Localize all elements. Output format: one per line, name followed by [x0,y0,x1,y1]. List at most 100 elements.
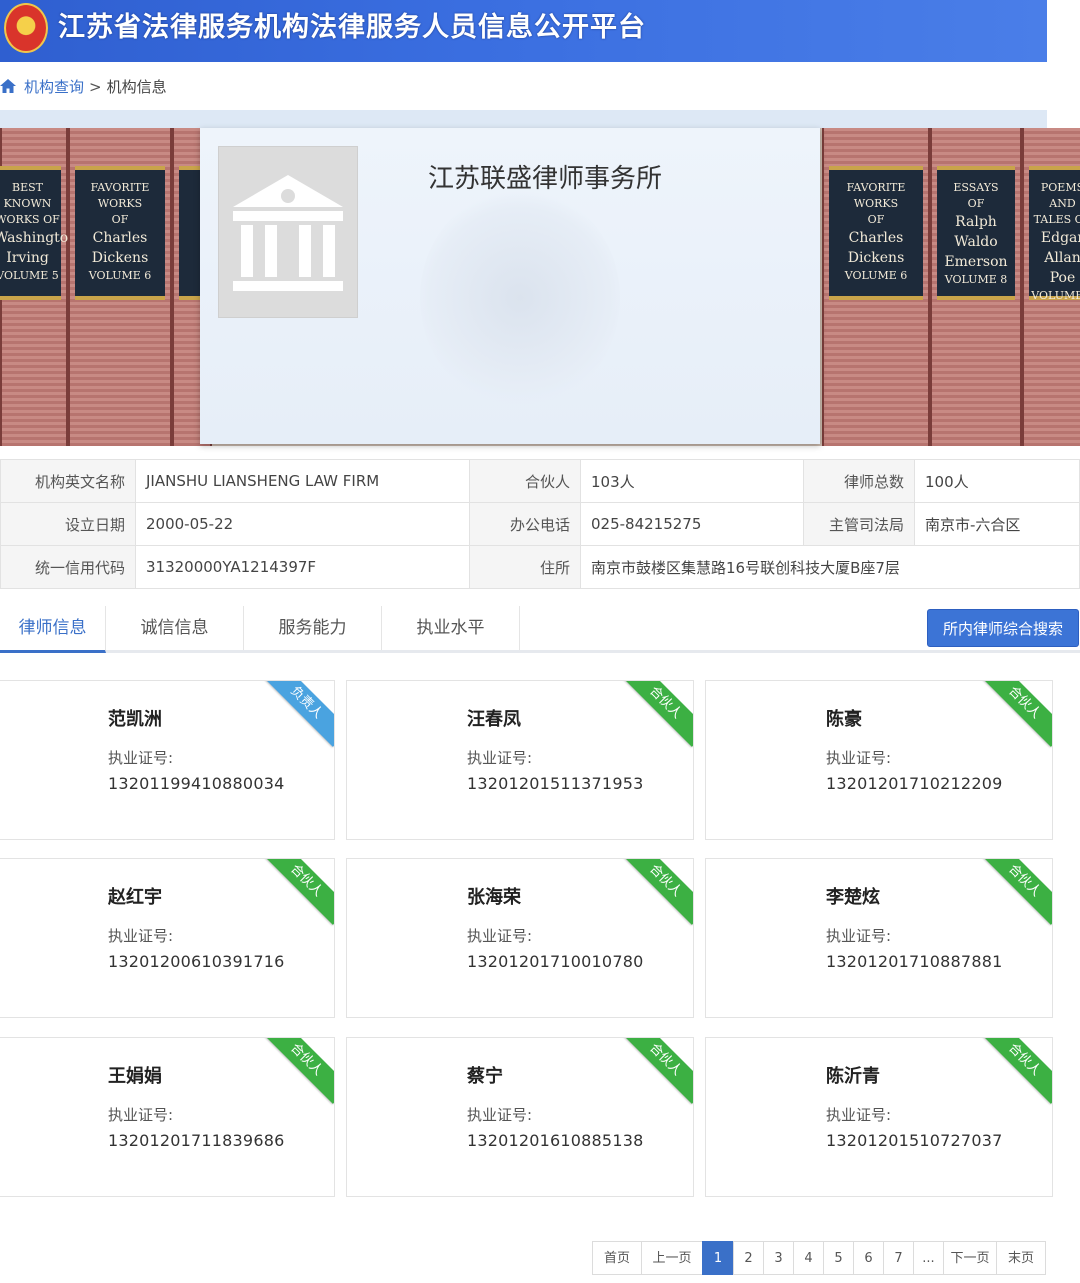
license-number: 13201201610885138 [467,1131,644,1150]
lawyer-card[interactable]: 赵红宇执业证号: 13201200610391716 合伙人 [0,858,335,1018]
firm-logo-placeholder [218,146,358,318]
info-label: 统一信用代码 [0,545,136,589]
role-ribbon: 合伙人 [262,1038,334,1104]
page-number-button[interactable]: 2 [733,1241,764,1275]
page-nav-button[interactable]: ... [913,1241,944,1275]
hero-top-strip [0,110,1047,128]
license-number: 13201201711839686 [108,1131,285,1150]
info-row: 设立日期 2000-05-22 办公电话 025-84215275 主管司法局 … [0,502,1080,546]
info-label: 合伙人 [469,459,581,503]
lawyer-card[interactable]: 陈沂青执业证号: 13201201510727037 合伙人 [705,1037,1053,1197]
tab-bar: 律师信息 诚信信息 服务能力 执业水平 [0,606,1080,653]
info-label: 设立日期 [0,502,136,546]
role-ribbon: 合伙人 [621,681,693,747]
license-label: 执业证号: [826,1106,892,1124]
license-number: 13201201510727037 [826,1131,1003,1150]
page-number-button[interactable]: 5 [823,1241,854,1275]
breadcrumb-current: 机构信息 [106,78,167,96]
national-emblem-icon [4,3,48,53]
page-number-button[interactable]: 3 [763,1241,794,1275]
license-label: 执业证号: [826,927,892,945]
license-number: 13201199410880034 [108,774,285,793]
firm-card: 江苏联盛律师事务所 [200,128,820,444]
page-number-button[interactable]: 4 [793,1241,824,1275]
tab-practice-level[interactable]: 执业水平 [382,606,520,650]
info-row: 机构英文名称 JIANSHU LIANSHENG LAW FIRM 合伙人 10… [0,459,1080,503]
info-value-address: 南京市鼓楼区集慧路16号联创科技大厦B座7层 [580,545,1080,589]
info-label: 主管司法局 [803,502,915,546]
role-ribbon: 合伙人 [980,681,1052,747]
info-value-credit-code: 31320000YA1214397F [135,545,470,589]
site-title: 江苏省法律服务机构法律服务人员信息公开平台 [58,12,646,43]
role-ribbon: 合伙人 [980,859,1052,925]
role-ribbon: 合伙人 [980,1038,1052,1104]
book-spine-right-3: POEMS ANDTALES OF EdgarAllanPoe VOLUME 2 [1022,128,1080,446]
license-number: 13201201710010780 [467,952,644,971]
info-value-phone: 025-84215275 [580,502,804,546]
license-label: 执业证号: [108,927,174,945]
role-ribbon: 合伙人 [262,859,334,925]
lawyer-card[interactable]: 汪春凤执业证号: 13201201511371953 合伙人 [346,680,694,840]
courthouse-icon [233,175,343,291]
tab-service-ability[interactable]: 服务能力 [244,606,382,650]
site-header-banner: 江苏省法律服务机构法律服务人员信息公开平台 [0,0,1047,62]
page-nav-button[interactable]: 首页 [592,1241,642,1275]
license-label: 执业证号: [467,927,533,945]
lawyer-name[interactable]: 范凯洲 [108,705,162,731]
book-spine-left-1: BEST KNOWN WORKS OF Washington Irving VOLUM… [0,128,77,446]
lawyer-card[interactable]: 张海荣执业证号: 13201201710010780 合伙人 [346,858,694,1018]
license-number: 13201201511371953 [467,774,644,793]
info-row: 统一信用代码 31320000YA1214397F 住所 南京市鼓楼区集慧路16… [0,545,1080,589]
license-label: 执业证号: [467,1106,533,1124]
page-nav-button[interactable]: 上一页 [641,1241,703,1275]
page-number-button[interactable]: 6 [853,1241,884,1275]
info-value-partners: 103人 [580,459,804,503]
tab-lawyer-info[interactable]: 律师信息 [0,606,106,653]
lawyer-card[interactable]: 蔡宁执业证号: 13201201610885138 合伙人 [346,1037,694,1197]
lawyer-card[interactable]: 范凯洲执业证号: 13201199410880034 负责人 [0,680,335,840]
court-emblem-watermark-icon [420,188,620,408]
info-value-lawyer-total: 100人 [914,459,1080,503]
page-number-button[interactable]: 1 [702,1241,734,1275]
lawyer-name[interactable]: 赵红宇 [108,883,162,909]
lawyer-name[interactable]: 张海荣 [467,883,521,909]
book-spine-right-2: ESSAYS OF Ralph Waldo Emerson VOLUME 8 [930,128,1022,446]
info-value-founded-date: 2000-05-22 [135,502,470,546]
breadcrumb-separator: > [89,78,102,96]
page-nav-button[interactable]: 末页 [996,1241,1046,1275]
home-icon[interactable] [0,79,16,93]
license-number: 13201200610391716 [108,952,285,971]
book-spine-right-1: FAVORITE WORKS OF Charles Dickens VOLUME 6 [822,128,930,446]
lawyer-name[interactable]: 陈沂青 [826,1062,880,1088]
license-label: 执业证号: [826,749,892,767]
lawyer-name[interactable]: 李楚炫 [826,883,880,909]
license-number: 13201201710887881 [826,952,1003,971]
firm-name: 江苏联盛律师事务所 [428,164,663,194]
lawyer-card[interactable]: 陈豪 执业证号: 13201201710212209 合伙人 [705,680,1053,840]
lawyer-name[interactable]: 汪春凤 [467,705,521,731]
info-label: 住所 [469,545,581,589]
info-label: 律师总数 [803,459,915,503]
lawyer-name[interactable]: 陈豪 [826,705,862,731]
role-ribbon: 合伙人 [621,859,693,925]
pagination: 首页 上一页 1 2 3 4 5 6 7... 下一页 末页 [592,1241,1046,1275]
role-ribbon: 合伙人 [621,1038,693,1104]
page-nav-button[interactable]: 下一页 [943,1241,997,1275]
lawyer-card[interactable]: 李楚炫执业证号: 13201201710887881 合伙人 [705,858,1053,1018]
license-label: 执业证号: [108,1106,174,1124]
book-spine-left-2: FAVORITE WORKS OF Charles Dickens VOLUME 6 [68,128,172,446]
info-label: 办公电话 [469,502,581,546]
lawyer-search-button[interactable]: 所内律师综合搜索 [927,609,1079,647]
breadcrumb-link-institution-query[interactable]: 机构查询 [24,78,84,96]
lawyer-card[interactable]: 王娟娟执业证号: 13201201711839686 合伙人 [0,1037,335,1197]
license-label: 执业证号: [467,749,533,767]
page-number-button[interactable]: 7 [883,1241,914,1275]
license-label: 执业证号: [108,749,174,767]
lawyer-name[interactable]: 王娟娟 [108,1062,162,1088]
firm-info-table: 机构英文名称 JIANSHU LIANSHENG LAW FIRM 合伙人 10… [0,459,1080,589]
tab-integrity-info[interactable]: 诚信信息 [106,606,244,650]
role-ribbon: 负责人 [262,681,334,747]
breadcrumb: 机构查询 > 机构信息 [0,72,167,102]
lawyer-name[interactable]: 蔡宁 [467,1062,503,1088]
info-label: 机构英文名称 [0,459,136,503]
